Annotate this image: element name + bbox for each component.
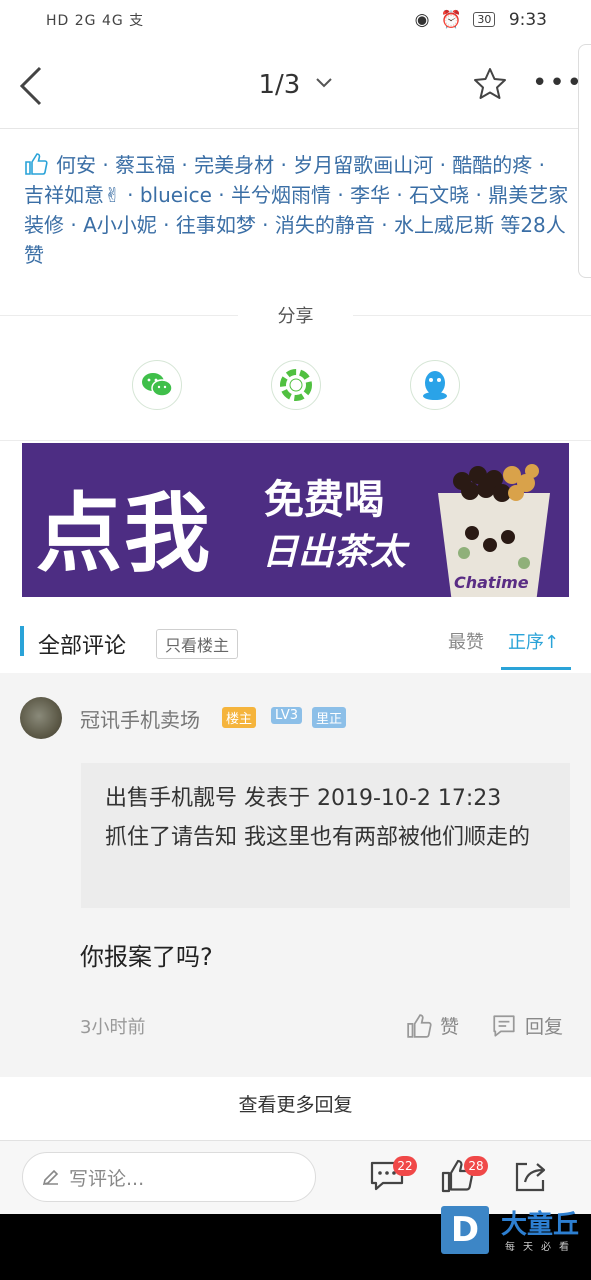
quote-text: 出售手机靓号 发表于 2019-10-2 17:23 抓住了请告知 我这里也有两…	[105, 786, 530, 850]
watermark-logo: D	[441, 1206, 489, 1254]
thumbs-up-icon	[407, 1013, 432, 1038]
status-bar: HD 2G 4G 支 ◉ ⏰ 30 9:33	[0, 0, 591, 44]
owner-badge: 楼主	[222, 707, 257, 728]
moments-icon	[280, 369, 312, 401]
qq-icon	[423, 371, 447, 400]
wechat-share-button[interactable]	[132, 360, 182, 410]
thumbs-up-icon	[25, 153, 48, 175]
like-button[interactable]: 赞	[406, 1012, 459, 1039]
edge-handle[interactable]	[578, 44, 591, 278]
cup-brand-text: Chatime	[454, 573, 529, 592]
status-left: HD 2G 4G 支	[46, 13, 145, 29]
timestamp: 3小时前	[80, 1017, 146, 1038]
like-label: 赞	[440, 1016, 460, 1038]
favorite-star-icon[interactable]	[472, 66, 508, 102]
watermark-slogan: 每天必看	[505, 1242, 577, 1253]
username[interactable]: 冠讯手机卖场	[80, 704, 200, 733]
quoted-post[interactable]: 出售手机靓号 发表于 2019-10-2 17:23 抓住了请告知 我这里也有两…	[81, 763, 570, 908]
wechat-icon	[142, 373, 173, 397]
reply-text: 你报案了吗?	[80, 943, 213, 971]
status-right: ◉ ⏰ 30 9:33	[415, 10, 547, 30]
pencil-icon	[42, 1169, 59, 1186]
watermark-name: 大童丘	[501, 1210, 580, 1240]
like-count-badge: 28	[464, 1156, 488, 1176]
alarm-icon: ⏰	[440, 10, 462, 30]
section-divider	[0, 440, 591, 441]
share-label: 分享	[277, 306, 314, 327]
section-accent-bar	[20, 626, 24, 656]
banner-headline: 点我	[36, 484, 212, 584]
likes-list: 何安 · 蔡玉福 · 完美身材 · 岁月留歌画山河 · 酷酷的疼 · 吉祥如意✌…	[24, 150, 569, 270]
reply-label: 回复	[525, 1016, 564, 1038]
comment-placeholder: 写评论...	[69, 1167, 145, 1190]
chevron-down-icon	[315, 78, 332, 88]
more-options-icon[interactable]: •••	[532, 70, 584, 96]
sort-ascending-tab[interactable]: 正序↑	[508, 628, 559, 654]
sort-by-likes-tab[interactable]: 最赞	[448, 628, 484, 654]
view-more-replies-button[interactable]: 查看更多回复	[0, 1090, 591, 1117]
moments-share-button[interactable]	[271, 360, 321, 410]
title-badge: 里正	[312, 707, 347, 728]
milk-tea-cup-image: Chatime	[438, 464, 550, 597]
reply-button[interactable]: 回复	[491, 1012, 563, 1039]
share-icon[interactable]	[513, 1158, 549, 1194]
comments-title: 全部评论	[38, 634, 127, 659]
reply-bubble-icon	[493, 1014, 515, 1037]
active-tab-underline	[501, 667, 571, 670]
battery-icon: 30	[473, 12, 496, 27]
likes-names[interactable]: 何安 · 蔡玉福 · 完美身材 · 岁月留歌画山河 · 酷酷的疼 · 吉祥如意✌…	[24, 153, 568, 267]
owner-only-button[interactable]: 只看楼主	[156, 629, 239, 659]
nav-bar: 1/3 •••	[0, 44, 591, 129]
clock: 9:33	[508, 10, 547, 30]
banner-subheadline: 免费喝	[264, 477, 384, 523]
level-badge: LV3	[271, 707, 302, 724]
qq-share-button[interactable]	[410, 360, 460, 410]
eye-icon: ◉	[414, 10, 430, 30]
comment-count-badge: 22	[393, 1156, 417, 1176]
ad-banner[interactable]: 点我 免费喝 日出茶太 Chatime	[22, 443, 569, 597]
comment-input[interactable]: 写评论...	[22, 1152, 316, 1202]
banner-brand: 日出茶太	[262, 532, 407, 573]
avatar[interactable]	[20, 697, 62, 739]
watermark: D 大童丘 每天必看	[441, 1204, 591, 1260]
